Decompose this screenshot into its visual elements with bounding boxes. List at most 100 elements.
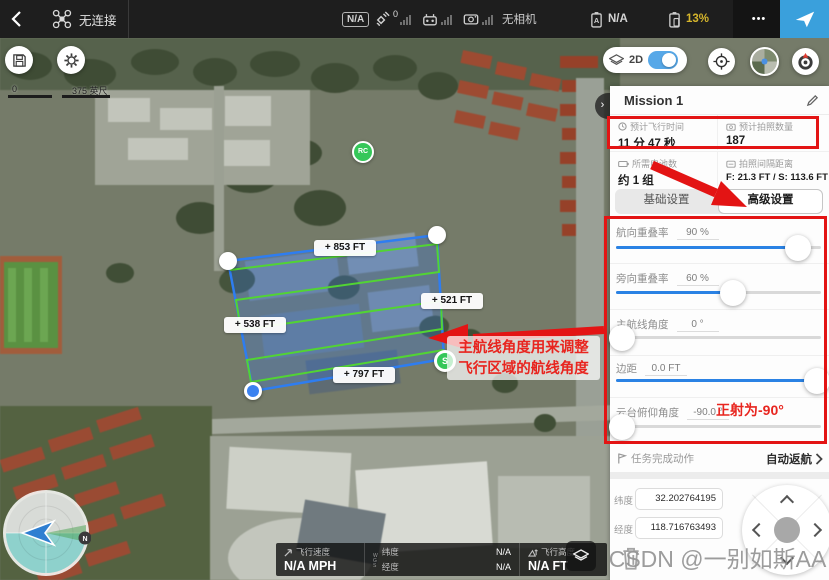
nudge-right-chevron-icon[interactable] [808,523,822,537]
forward-overlap-slider[interactable] [616,246,821,249]
margin-value[interactable]: 0.0 FT [645,363,687,376]
map-style-button[interactable] [750,47,779,76]
stat-photo-interval: 拍照间隔距离 F: 21.3 FT / S: 113.6 FT [718,151,829,186]
slider-row-side-overlap: 旁向重叠率 60 % [610,264,829,310]
vertex-handle-top-right[interactable] [428,226,446,244]
nudge-left-chevron-icon[interactable] [752,523,766,537]
aircraft-battery-status: A N/A [590,0,628,38]
mission-panel: Mission 1 预计飞行时间 11 分 47 秒 预计拍照数量 187 所需… [610,86,829,580]
longitude-input[interactable]: 118.716763493 [635,517,723,539]
save-icon [12,53,27,68]
telemetry-speed: 飞行速度 N/A MPH [276,543,364,576]
edge-length-bottom: + 797 FT [333,367,395,383]
stat-flight-time: 预计飞行时间 11 分 47 秒 [610,115,718,150]
rc-signal [422,0,452,38]
compass-reset-button[interactable] [792,48,819,75]
rc-battery-value: 13% [686,13,709,25]
slider-knob[interactable] [609,414,635,440]
app-screen: S RC + 853 FT + 521 FT + 538 FT + 797 FT… [0,0,829,580]
remote-controller-icon [422,12,438,27]
tab-basic-settings[interactable]: 基础设置 [615,189,718,214]
chevron-right-icon [815,453,823,465]
slider-row-course-angle: 主航线角度 0 ° [610,310,829,356]
slider-knob[interactable] [609,325,635,351]
gps-count: 0 [393,9,398,19]
course-angle-value[interactable]: 0 ° [677,319,719,332]
rc-battery-icon [668,11,681,28]
tab-advanced-settings[interactable]: 高级设置 [718,189,823,214]
locate-crosshair-icon [713,53,730,70]
annotation-note: 主航线角度用来调整 飞行区域的航线角度 [447,336,600,380]
rc-battery-status: 13% [668,0,709,38]
battery-pack-icon [618,160,629,168]
drone-icon [52,9,72,29]
rc-location-marker: RC [352,141,374,163]
rc-signal-bars [441,13,452,25]
side-overlap-value[interactable]: 60 % [677,273,719,286]
altitude-icon [528,548,538,557]
speed-icon [284,548,293,557]
gear-icon [63,52,80,69]
ellipsis-icon: ••• [752,13,767,25]
map-mode-label: 2D [629,54,643,66]
latitude-input[interactable]: 32.202764195 [635,488,723,510]
back-button[interactable] [10,0,22,38]
telemetry-bar: 飞行速度 N/A MPH WGS 纬度N/A 经度N/A 飞行高度 N/A FT [276,543,607,576]
nudge-down-chevron-icon[interactable] [780,551,794,565]
forward-overlap-value[interactable]: 90 % [677,227,719,240]
map-layer-switch-button[interactable] [566,541,596,571]
course-angle-slider[interactable] [616,336,821,339]
compass-icon [796,52,815,71]
side-overlap-slider[interactable] [616,291,821,294]
back-chevron-icon [10,10,22,28]
vertex-handle-top-left[interactable] [219,252,237,270]
interval-distance-icon [726,160,736,168]
slider-knob[interactable] [720,280,746,306]
locate-button[interactable] [708,48,735,75]
connection-status-label: 无连接 [79,10,117,29]
clock-icon [618,122,627,131]
gps-signal-bars [400,13,411,25]
stat-photo-count: 预计拍照数量 187 [718,115,829,150]
nudge-center-button[interactable] [774,517,800,543]
flight-mode-badge: N/A [342,0,369,38]
settings-button[interactable] [57,46,85,74]
map-2d-toggle[interactable] [648,51,678,69]
airplane-icon [794,8,816,30]
camera-status-label: 无相机 [502,11,537,27]
flag-icon [617,453,627,464]
edge-length-right: + 521 FT [421,293,483,309]
position-nudge-dpad[interactable] [742,485,829,575]
vertex-handle-selected[interactable] [244,382,262,400]
map-mode-pill[interactable]: 2D [603,47,687,73]
camera-icon [463,12,479,26]
margin-slider[interactable] [616,379,821,382]
edge-length-left: + 538 FT [224,317,286,333]
stat-battery-count: 所需电池数 约 1 组 [610,151,718,186]
slider-knob[interactable] [804,368,829,394]
annotation-gimbal-note: 正射为-90° [716,400,784,420]
scale-bar [8,95,110,98]
mission-header: Mission 1 [610,86,829,115]
takeoff-button[interactable] [780,0,829,38]
trash-icon [620,545,642,571]
gimbal-pitch-slider[interactable] [616,425,821,428]
slider-knob[interactable] [785,235,811,261]
mission-title: Mission 1 [624,86,683,115]
section-divider [610,472,829,479]
settings-tabs: 基础设置 高级设置 [615,189,823,214]
edit-pencil-icon[interactable] [806,94,819,107]
satellite-icon [374,11,391,28]
layers-icon [573,549,589,563]
more-menu-button[interactable]: ••• [744,0,774,38]
nudge-up-chevron-icon[interactable] [780,495,794,509]
save-mission-button[interactable] [5,46,33,74]
finish-action-value: 自动返航 [766,451,812,467]
camera-signal: 无相机 [463,0,537,38]
top-status-bar: 无连接 N/A 0 [0,0,829,38]
finish-action-row[interactable]: 任务完成动作 自动返航 [610,446,829,471]
aircraft-battery-value: N/A [608,13,628,25]
aircraft-status: 无连接 [52,0,117,38]
photo-count-icon [726,123,736,131]
gps-status: 0 [374,0,411,38]
